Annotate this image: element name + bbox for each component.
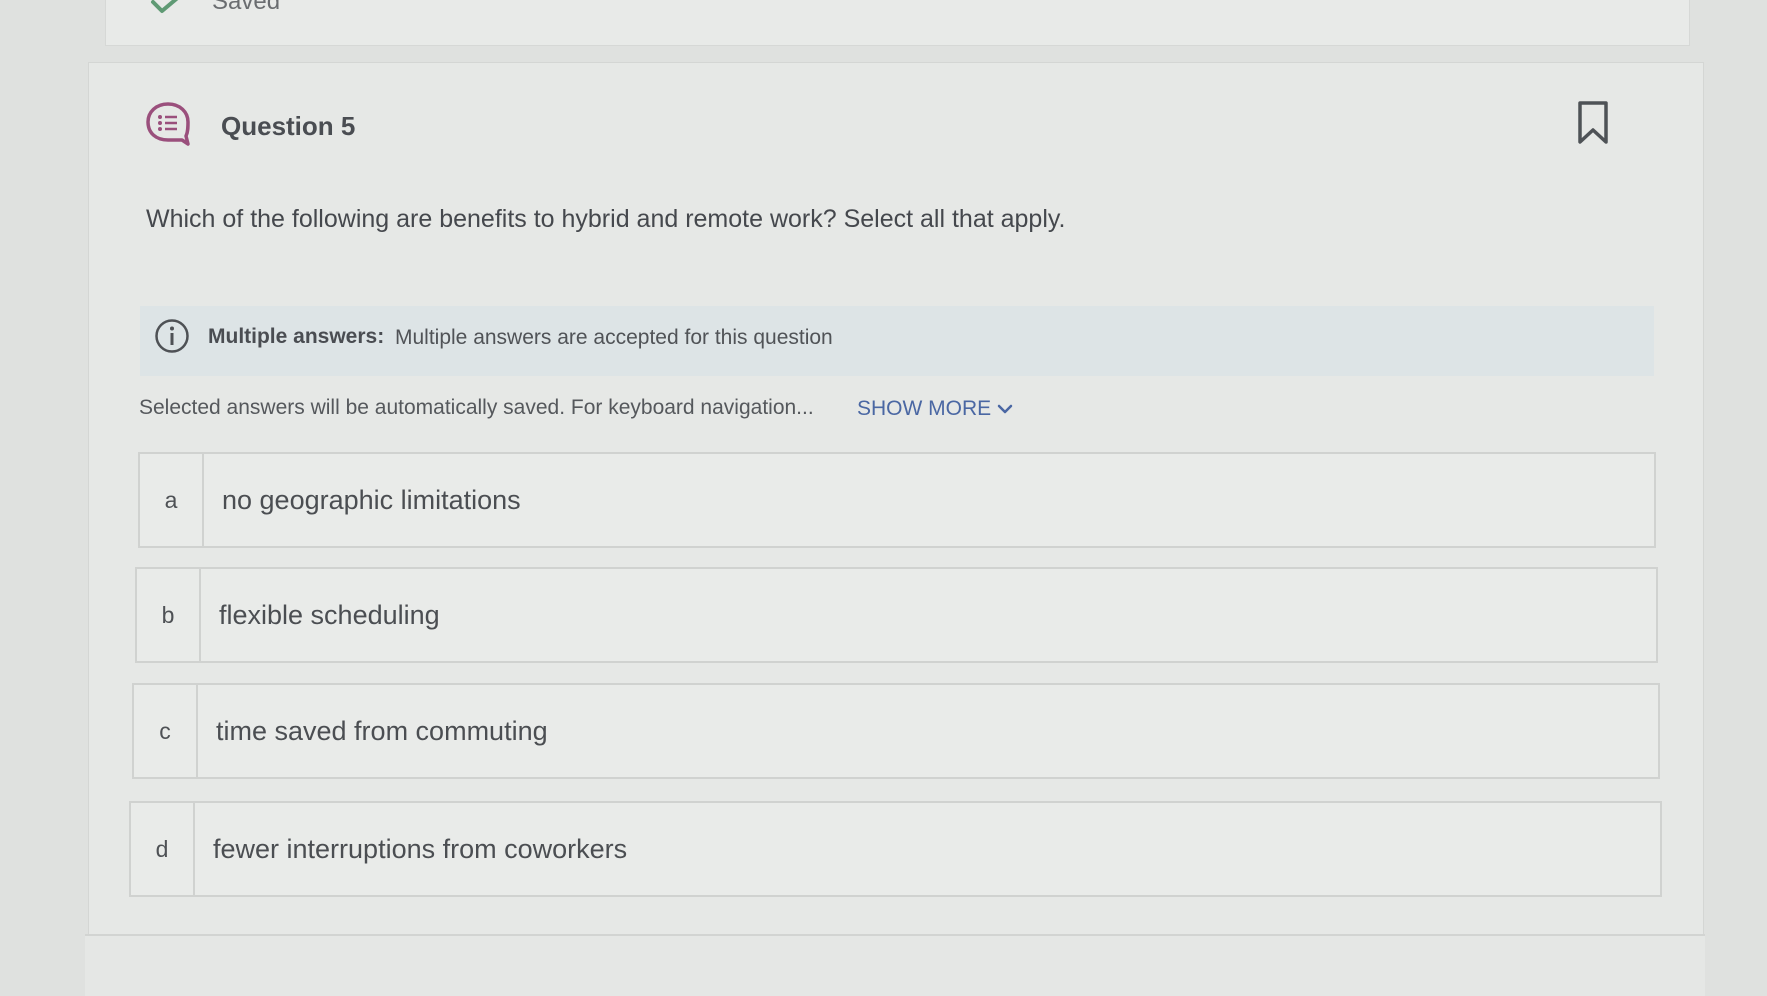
option-letter: b [137,569,201,661]
saved-status-bar [105,0,1690,46]
option-text: time saved from commuting [216,715,548,746]
question-list-icon [146,102,190,146]
answer-option-c[interactable]: c time saved from commuting [132,683,1660,779]
next-question-card [85,934,1705,996]
option-text: flexible scheduling [219,599,440,630]
option-letter: a [140,454,204,546]
checkmark-icon [151,0,179,13]
bookmark-icon[interactable] [1577,100,1609,145]
answer-option-a[interactable]: a no geographic limitations [138,452,1656,548]
answer-option-d[interactable]: d fewer interruptions from coworkers [129,801,1662,897]
multiple-answers-banner: Multiple answers: Multiple answers are a… [140,306,1654,376]
option-letter: c [134,685,198,777]
show-more-button[interactable]: SHOW MORE [857,397,1013,421]
show-more-label: SHOW MORE [857,397,992,420]
navigation-hint: Selected answers will be automatically s… [139,396,814,419]
info-label: Multiple answers: [208,325,385,348]
question-title: Question 5 [221,111,356,141]
info-text: Multiple answers are accepted for this q… [395,326,833,349]
option-letter: d [131,803,195,895]
option-text: fewer interruptions from coworkers [213,833,628,864]
chevron-down-icon [997,405,1013,414]
answer-option-b[interactable]: b flexible scheduling [135,567,1658,663]
saved-status-text: Saved [212,0,281,15]
question-text: Which of the following are benefits to h… [146,205,1066,233]
info-icon [155,319,189,353]
option-text: no geographic limitations [222,484,521,515]
